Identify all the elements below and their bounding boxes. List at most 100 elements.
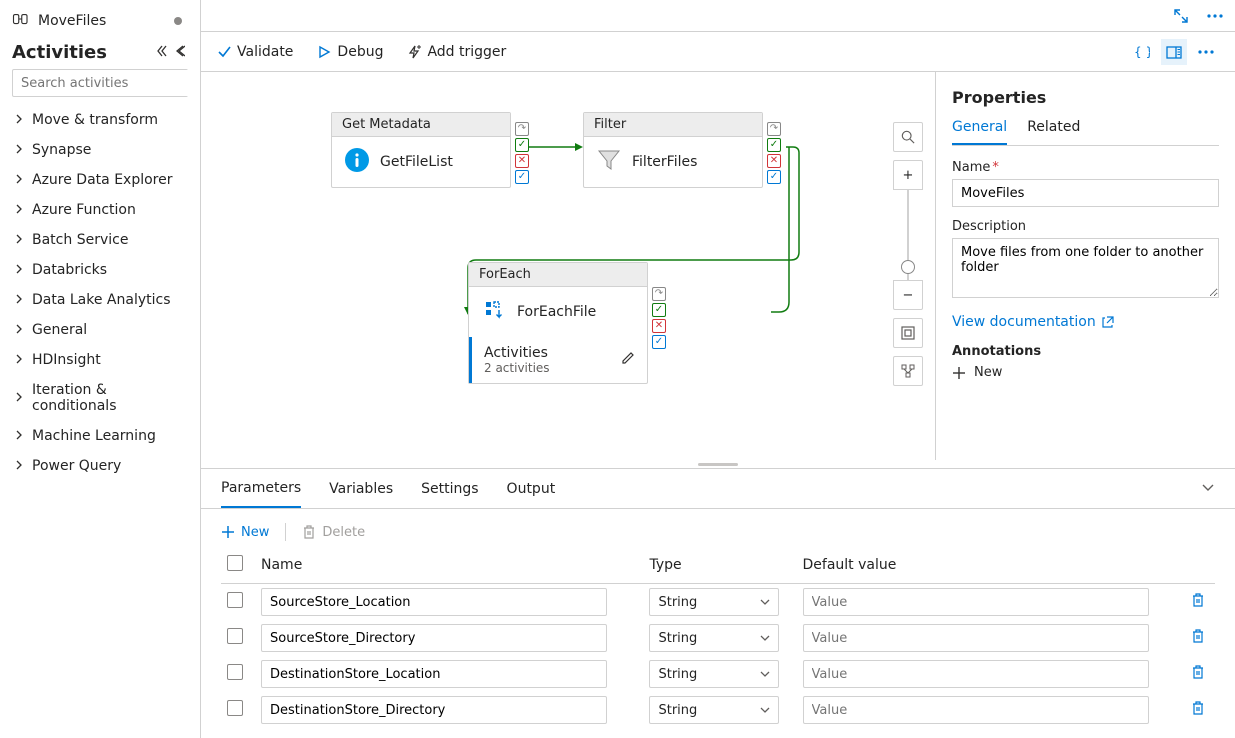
badge-completion-icon[interactable]: ✓	[515, 170, 529, 184]
badge-fail-icon[interactable]: ✕	[515, 154, 529, 168]
sidebar-item[interactable]: Azure Data Explorer	[12, 165, 188, 195]
pipeline-icon	[12, 10, 30, 32]
properties-tab-related[interactable]: Related	[1027, 119, 1080, 145]
sidebar-item[interactable]: Move & transform	[12, 105, 188, 135]
param-name-input[interactable]	[261, 624, 607, 652]
tab-settings[interactable]: Settings	[421, 469, 478, 508]
zoom-out-button[interactable]: −	[893, 280, 923, 310]
tab-output[interactable]: Output	[507, 469, 556, 508]
properties-tab-general[interactable]: General	[952, 119, 1007, 145]
activity-foreach[interactable]: ForEach ForEachFile Activities 2 activit…	[468, 262, 648, 384]
badge-completion-icon[interactable]: ✓	[652, 335, 666, 349]
sidebar-item[interactable]: Data Lake Analytics	[12, 285, 188, 315]
sidebar-item-label: Databricks	[32, 262, 107, 278]
sidebar-item[interactable]: General	[12, 315, 188, 345]
row-checkbox[interactable]	[227, 628, 243, 644]
new-parameter-button[interactable]: New	[221, 525, 269, 540]
badge-success-icon[interactable]: ✓	[515, 138, 529, 152]
param-type-select[interactable]: String	[649, 624, 779, 652]
zoom-in-button[interactable]: +	[893, 160, 923, 190]
param-value-input[interactable]	[803, 588, 1149, 616]
chevron-right-icon	[14, 322, 24, 338]
param-name-input[interactable]	[261, 696, 607, 724]
add-trigger-button[interactable]: Add trigger	[407, 44, 506, 60]
trash-icon[interactable]	[1191, 596, 1205, 611]
play-icon	[317, 45, 331, 59]
badge-skip-icon[interactable]: ↷	[767, 122, 781, 136]
search-input-wrap[interactable]	[12, 69, 188, 97]
param-type-select[interactable]: String	[649, 588, 779, 616]
activity-get-metadata[interactable]: Get Metadata GetFileList	[331, 112, 511, 188]
chevron-down-icon	[760, 669, 770, 679]
param-value-input[interactable]	[803, 624, 1149, 652]
pencil-icon[interactable]	[621, 351, 635, 369]
description-label: Description	[952, 219, 1219, 234]
badge-completion-icon[interactable]: ✓	[767, 170, 781, 184]
collapse-bottom-icon[interactable]	[1201, 480, 1215, 498]
chevron-right-icon	[14, 172, 24, 188]
activity-name: GetFileList	[380, 154, 453, 170]
name-input[interactable]	[952, 179, 1219, 207]
row-checkbox[interactable]	[227, 592, 243, 608]
param-row: String	[221, 656, 1215, 692]
chevron-right-icon	[14, 390, 24, 406]
sidebar-item[interactable]: Synapse	[12, 135, 188, 165]
sidebar-item[interactable]: Machine Learning	[12, 421, 188, 451]
sidebar-item[interactable]: HDInsight	[12, 345, 188, 375]
sidebar-item[interactable]: Batch Service	[12, 225, 188, 255]
trash-icon[interactable]	[1191, 668, 1205, 683]
param-name-input[interactable]	[261, 588, 607, 616]
code-view-icon[interactable]: { }	[1129, 39, 1155, 65]
canvas-more-icon[interactable]	[1193, 39, 1219, 65]
more-icon[interactable]	[1203, 4, 1227, 28]
param-type-select[interactable]: String	[649, 660, 779, 688]
select-all-checkbox[interactable]	[227, 555, 243, 571]
zoom-slider[interactable]	[907, 190, 909, 280]
param-value-input[interactable]	[803, 660, 1149, 688]
trash-icon	[302, 525, 316, 539]
debug-button[interactable]: Debug	[317, 44, 383, 60]
param-type-select[interactable]: String	[649, 696, 779, 724]
sidebar-item[interactable]: Power Query	[12, 451, 188, 481]
badge-success-icon[interactable]: ✓	[767, 138, 781, 152]
param-name-input[interactable]	[261, 660, 607, 688]
row-checkbox[interactable]	[227, 700, 243, 716]
properties-heading: Properties	[952, 88, 1219, 107]
resize-handle[interactable]	[201, 460, 1235, 468]
view-documentation-link[interactable]: View documentation	[952, 314, 1219, 330]
trash-icon[interactable]	[1191, 704, 1205, 719]
canvas-search-icon[interactable]	[893, 122, 923, 152]
delete-parameter-button[interactable]: Delete	[302, 525, 365, 540]
tab-parameters[interactable]: Parameters	[221, 469, 301, 508]
auto-layout-icon[interactable]	[893, 356, 923, 386]
sidebar-item[interactable]: Databricks	[12, 255, 188, 285]
debug-label: Debug	[337, 44, 383, 60]
trash-icon[interactable]	[1191, 632, 1205, 647]
fit-to-screen-icon[interactable]	[893, 318, 923, 348]
add-annotation-button[interactable]: New	[952, 365, 1219, 380]
collapse-activities-icon[interactable]	[154, 45, 172, 60]
sidebar-item[interactable]: Iteration & conditionals	[12, 375, 188, 421]
tab-variables[interactable]: Variables	[329, 469, 393, 508]
badge-fail-icon[interactable]: ✕	[767, 154, 781, 168]
foreach-activities-button[interactable]: Activities 2 activities	[469, 337, 647, 383]
validate-button[interactable]: Validate	[217, 44, 293, 60]
activities-label: Activities	[484, 345, 550, 361]
badge-fail-icon[interactable]: ✕	[652, 319, 666, 333]
row-checkbox[interactable]	[227, 664, 243, 680]
expand-icon[interactable]	[1169, 4, 1193, 28]
properties-toggle-icon[interactable]	[1161, 39, 1187, 65]
canvas[interactable]: Get Metadata GetFileList ↷ ✓ ✕ ✓ Filter …	[201, 72, 935, 460]
badge-skip-icon[interactable]: ↷	[652, 287, 666, 301]
chevron-right-icon	[14, 112, 24, 128]
description-input[interactable]	[952, 238, 1219, 298]
activity-filter[interactable]: Filter FilterFiles	[583, 112, 763, 188]
search-input[interactable]	[19, 70, 193, 96]
sidebar-item[interactable]: Azure Function	[12, 195, 188, 225]
param-value-input[interactable]	[803, 696, 1149, 724]
collapse-sidebar-icon[interactable]	[172, 45, 188, 60]
badge-skip-icon[interactable]: ↷	[515, 122, 529, 136]
badge-success-icon[interactable]: ✓	[652, 303, 666, 317]
col-name: Name	[255, 547, 643, 584]
unsaved-dot-icon	[174, 17, 182, 25]
